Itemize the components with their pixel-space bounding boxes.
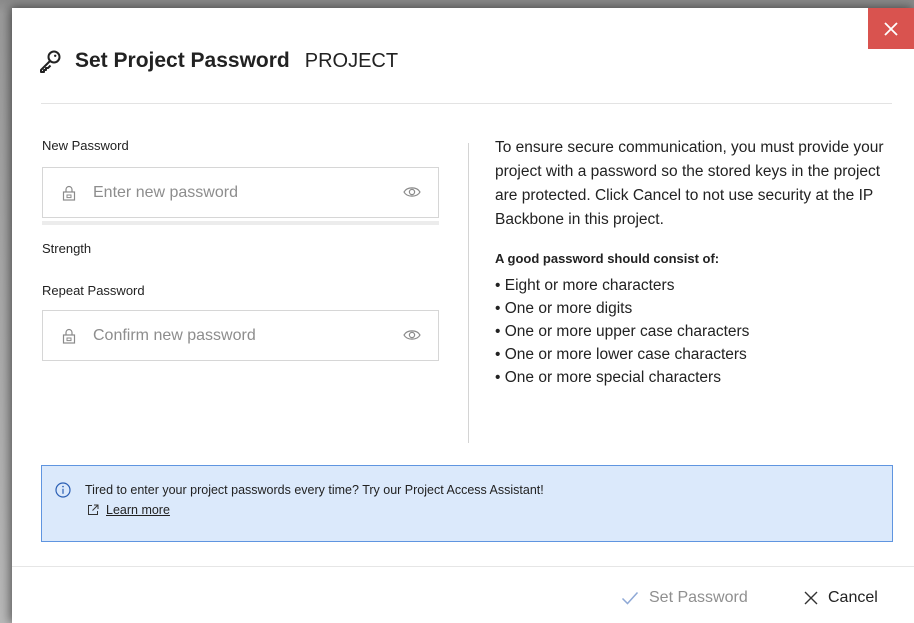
cancel-label: Cancel bbox=[828, 589, 878, 606]
list-item: One or more special characters bbox=[495, 366, 895, 389]
list-item: One or more digits bbox=[495, 297, 895, 320]
new-password-input[interactable] bbox=[91, 176, 385, 209]
strength-label: Strength bbox=[42, 241, 92, 256]
key-icon bbox=[40, 50, 61, 73]
info-icon bbox=[55, 482, 71, 498]
cancel-x-icon bbox=[804, 591, 818, 605]
assistant-info-banner: Tired to enter your project passwords ev… bbox=[41, 465, 893, 542]
show-password-eye-icon[interactable] bbox=[403, 185, 421, 199]
banner-text: Tired to enter your project passwords ev… bbox=[85, 483, 544, 497]
new-password-field bbox=[42, 167, 439, 218]
list-item: Eight or more characters bbox=[495, 274, 895, 297]
lock-icon bbox=[62, 185, 76, 201]
lock-icon bbox=[62, 328, 76, 344]
repeat-password-label: Repeat Password bbox=[42, 283, 145, 298]
footer-divider bbox=[12, 566, 914, 567]
set-password-label: Set Password bbox=[649, 589, 748, 606]
new-password-label: New Password bbox=[42, 138, 129, 153]
set-password-button[interactable]: Set Password bbox=[621, 587, 748, 609]
list-item: One or more lower case characters bbox=[495, 343, 895, 366]
column-divider bbox=[468, 143, 469, 443]
requirements-list: Eight or more characters One or more dig… bbox=[495, 274, 895, 389]
external-link-icon bbox=[88, 504, 99, 515]
close-icon bbox=[884, 21, 898, 36]
dialog-header: Set Project Password PROJECT bbox=[38, 46, 398, 76]
repeat-password-field bbox=[42, 310, 439, 361]
password-guidance: To ensure secure communication, you must… bbox=[495, 136, 895, 389]
show-password-eye-icon[interactable] bbox=[403, 328, 421, 342]
set-password-dialog: Set Project Password PROJECT New Passwor… bbox=[12, 8, 914, 623]
header-divider bbox=[41, 103, 892, 104]
dialog-title: Set Project Password bbox=[75, 49, 290, 72]
list-item: One or more upper case characters bbox=[495, 320, 895, 343]
learn-more-link[interactable]: Learn more bbox=[87, 503, 170, 517]
project-name: PROJECT bbox=[304, 49, 399, 72]
close-button[interactable] bbox=[868, 8, 914, 49]
guidance-heading: A good password should consist of: bbox=[495, 251, 720, 266]
learn-more-label: Learn more bbox=[106, 503, 170, 517]
guidance-intro: To ensure secure communication, you must… bbox=[495, 139, 884, 228]
repeat-password-input[interactable] bbox=[91, 319, 385, 352]
check-icon bbox=[621, 591, 639, 605]
cancel-button[interactable]: Cancel bbox=[804, 587, 878, 609]
password-strength-meter bbox=[42, 221, 439, 225]
